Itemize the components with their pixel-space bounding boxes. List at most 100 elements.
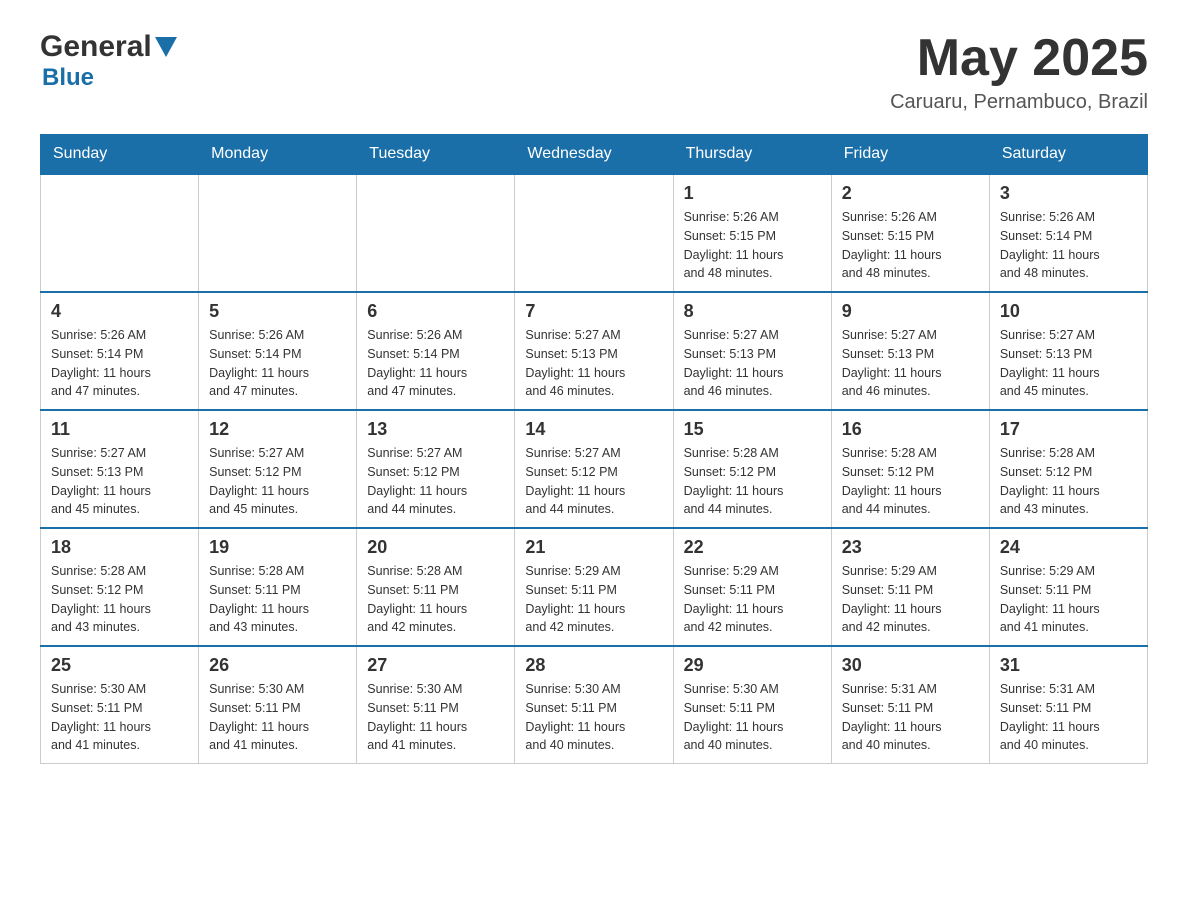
day-number: 22 [684,537,821,558]
day-info: Sunrise: 5:27 AMSunset: 5:13 PMDaylight:… [1000,326,1137,401]
day-info: Sunrise: 5:28 AMSunset: 5:11 PMDaylight:… [367,562,504,637]
cell-week4-day5: 23 Sunrise: 5:29 AMSunset: 5:11 PMDayligh… [831,528,989,646]
cell-week2-day5: 9 Sunrise: 5:27 AMSunset: 5:13 PMDaylight… [831,292,989,410]
cell-week3-day2: 13 Sunrise: 5:27 AMSunset: 5:12 PMDayligh… [357,410,515,528]
cell-week3-day0: 11 Sunrise: 5:27 AMSunset: 5:13 PMDayligh… [41,410,199,528]
day-number: 11 [51,419,188,440]
cell-week5-day0: 25 Sunrise: 5:30 AMSunset: 5:11 PMDayligh… [41,646,199,764]
day-number: 7 [525,301,662,322]
day-info: Sunrise: 5:27 AMSunset: 5:12 PMDaylight:… [367,444,504,519]
cell-week4-day6: 24Sunrise: 5:29 AMSunset: 5:11 PMDayligh… [989,528,1147,646]
cell-week2-day3: 7 Sunrise: 5:27 AMSunset: 5:13 PMDaylight… [515,292,673,410]
day-info: Sunrise: 5:29 AMSunset: 5:11 PMDaylight:… [684,562,821,637]
header-friday: Friday [831,135,989,175]
day-number: 29 [684,655,821,676]
cell-week1-day3 [515,174,673,292]
cell-week1-day0 [41,174,199,292]
week-row-2: 4 Sunrise: 5:26 AMSunset: 5:14 PMDaylight… [41,292,1148,410]
day-number: 15 [684,419,821,440]
day-info: Sunrise: 5:30 AMSunset: 5:11 PMDaylight:… [684,680,821,755]
day-info: Sunrise: 5:31 AMSunset: 5:11 PMDaylight:… [1000,680,1137,755]
day-info: Sunrise: 5:26 AMSunset: 5:14 PMDaylight:… [1000,208,1137,283]
day-info: Sunrise: 5:30 AMSunset: 5:11 PMDaylight:… [209,680,346,755]
cell-week4-day2: 20 Sunrise: 5:28 AMSunset: 5:11 PMDayligh… [357,528,515,646]
cell-week5-day2: 27 Sunrise: 5:30 AMSunset: 5:11 PMDayligh… [357,646,515,764]
calendar-table: SundayMondayTuesdayWednesdayThursdayFrid… [40,134,1148,764]
cell-week3-day4: 15Sunrise: 5:28 AMSunset: 5:12 PMDayligh… [673,410,831,528]
week-row-5: 25 Sunrise: 5:30 AMSunset: 5:11 PMDayligh… [41,646,1148,764]
day-info: Sunrise: 5:29 AMSunset: 5:11 PMDaylight:… [525,562,662,637]
day-info: Sunrise: 5:28 AMSunset: 5:12 PMDaylight:… [1000,444,1137,519]
day-number: 23 [842,537,979,558]
day-info: Sunrise: 5:27 AMSunset: 5:12 PMDaylight:… [209,444,346,519]
logo-blue-text: Blue [42,64,177,92]
day-number: 1 [684,183,821,204]
day-info: Sunrise: 5:28 AMSunset: 5:12 PMDaylight:… [51,562,188,637]
cell-week2-day1: 5 Sunrise: 5:26 AMSunset: 5:14 PMDaylight… [199,292,357,410]
cell-week2-day4: 8 Sunrise: 5:27 AMSunset: 5:13 PMDaylight… [673,292,831,410]
cell-week5-day5: 30 Sunrise: 5:31 AMSunset: 5:11 PMDayligh… [831,646,989,764]
day-number: 5 [209,301,346,322]
cell-week1-day6: 3Sunrise: 5:26 AMSunset: 5:14 PMDaylight… [989,174,1147,292]
cell-week3-day6: 17 Sunrise: 5:28 AMSunset: 5:12 PMDayligh… [989,410,1147,528]
cell-week3-day5: 16Sunrise: 5:28 AMSunset: 5:12 PMDayligh… [831,410,989,528]
cell-week4-day0: 18Sunrise: 5:28 AMSunset: 5:12 PMDayligh… [41,528,199,646]
cell-week2-day2: 6Sunrise: 5:26 AMSunset: 5:14 PMDaylight… [357,292,515,410]
logo-triangle-icon [155,37,177,59]
cell-week3-day1: 12 Sunrise: 5:27 AMSunset: 5:12 PMDayligh… [199,410,357,528]
day-number: 27 [367,655,504,676]
day-info: Sunrise: 5:27 AMSunset: 5:13 PMDaylight:… [842,326,979,401]
calendar-subtitle: Caruaru, Pernambuco, Brazil [890,91,1148,114]
day-number: 17 [1000,419,1137,440]
day-number: 19 [209,537,346,558]
day-info: Sunrise: 5:29 AMSunset: 5:11 PMDaylight:… [1000,562,1137,637]
day-info: Sunrise: 5:26 AMSunset: 5:14 PMDaylight:… [367,326,504,401]
header-monday: Monday [199,135,357,175]
day-number: 26 [209,655,346,676]
title-area: May 2025 Caruaru, Pernambuco, Brazil [890,30,1148,114]
day-number: 13 [367,419,504,440]
day-info: Sunrise: 5:28 AMSunset: 5:11 PMDaylight:… [209,562,346,637]
day-info: Sunrise: 5:26 AMSunset: 5:14 PMDaylight:… [209,326,346,401]
day-number: 25 [51,655,188,676]
day-number: 16 [842,419,979,440]
day-number: 2 [842,183,979,204]
header-sunday: Sunday [41,135,199,175]
day-number: 20 [367,537,504,558]
day-number: 14 [525,419,662,440]
cell-week1-day1 [199,174,357,292]
day-info: Sunrise: 5:27 AMSunset: 5:12 PMDaylight:… [525,444,662,519]
day-number: 31 [1000,655,1137,676]
logo: General Blue [40,30,177,92]
day-info: Sunrise: 5:30 AMSunset: 5:11 PMDaylight:… [51,680,188,755]
cell-week5-day3: 28Sunrise: 5:30 AMSunset: 5:11 PMDayligh… [515,646,673,764]
day-number: 21 [525,537,662,558]
day-info: Sunrise: 5:27 AMSunset: 5:13 PMDaylight:… [684,326,821,401]
day-info: Sunrise: 5:27 AMSunset: 5:13 PMDaylight:… [51,444,188,519]
day-number: 4 [51,301,188,322]
day-number: 9 [842,301,979,322]
calendar-header-row: SundayMondayTuesdayWednesdayThursdayFrid… [41,135,1148,175]
day-info: Sunrise: 5:31 AMSunset: 5:11 PMDaylight:… [842,680,979,755]
day-info: Sunrise: 5:30 AMSunset: 5:11 PMDaylight:… [367,680,504,755]
day-number: 30 [842,655,979,676]
day-info: Sunrise: 5:26 AMSunset: 5:14 PMDaylight:… [51,326,188,401]
week-row-1: 1 Sunrise: 5:26 AMSunset: 5:15 PMDaylight… [41,174,1148,292]
day-info: Sunrise: 5:30 AMSunset: 5:11 PMDaylight:… [525,680,662,755]
day-info: Sunrise: 5:29 AMSunset: 5:11 PMDaylight:… [842,562,979,637]
day-number: 12 [209,419,346,440]
week-row-3: 11 Sunrise: 5:27 AMSunset: 5:13 PMDayligh… [41,410,1148,528]
day-info: Sunrise: 5:26 AMSunset: 5:15 PMDaylight:… [842,208,979,283]
day-number: 10 [1000,301,1137,322]
cell-week4-day3: 21 Sunrise: 5:29 AMSunset: 5:11 PMDayligh… [515,528,673,646]
header-wednesday: Wednesday [515,135,673,175]
logo-general-text: General [40,30,152,64]
day-number: 8 [684,301,821,322]
cell-week1-day2 [357,174,515,292]
cell-week1-day4: 1Sunrise: 5:26 AMSunset: 5:15 PMDaylight… [673,174,831,292]
header-saturday: Saturday [989,135,1147,175]
header-tuesday: Tuesday [357,135,515,175]
cell-week2-day0: 4 Sunrise: 5:26 AMSunset: 5:14 PMDaylight… [41,292,199,410]
cell-week5-day1: 26 Sunrise: 5:30 AMSunset: 5:11 PMDayligh… [199,646,357,764]
day-info: Sunrise: 5:27 AMSunset: 5:13 PMDaylight:… [525,326,662,401]
